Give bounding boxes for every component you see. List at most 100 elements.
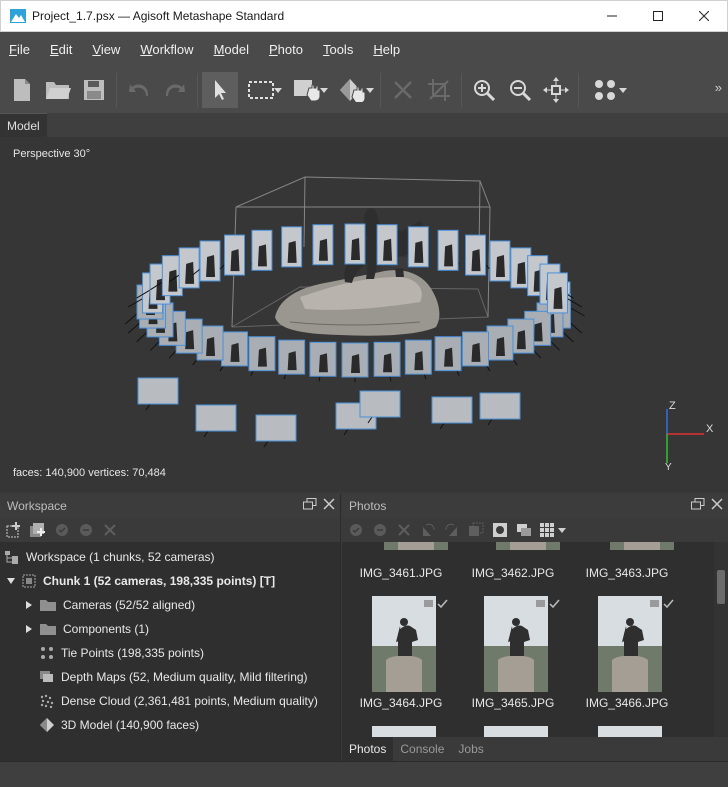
camera-frame[interactable] [376, 224, 398, 266]
rotate-right-button[interactable] [442, 520, 462, 540]
delete-selection-button[interactable] [385, 72, 421, 108]
remove-cameras-button[interactable] [394, 520, 414, 540]
camera-frame[interactable] [312, 224, 334, 266]
photo-thumbnail[interactable] [598, 726, 662, 737]
close-panel-icon[interactable] [711, 498, 723, 510]
camera-frame[interactable] [195, 404, 237, 438]
point-cloud-view-button[interactable] [583, 72, 629, 108]
tree-item-depth-maps[interactable]: Depth Maps (52, Medium quality, Mild fil… [0, 665, 340, 689]
crop-selection-button[interactable] [421, 72, 457, 108]
toolbar-separator [197, 73, 198, 107]
tree-item-dense-cloud[interactable]: Dense Cloud (2,361,481 points, Medium qu… [0, 689, 340, 713]
tree-item-chunk-1[interactable]: Chunk 1 (52 cameras, 198,335 points) [T] [0, 569, 340, 593]
add-photos-button[interactable] [28, 520, 48, 540]
camera-frame[interactable] [486, 325, 518, 366]
camera-frame[interactable] [373, 341, 401, 382]
camera-frame[interactable] [248, 336, 276, 376]
photo-thumbnail[interactable] [384, 542, 448, 550]
camera-frame[interactable] [219, 331, 249, 372]
photo-thumbnail[interactable] [484, 596, 548, 692]
photo-thumbnail[interactable] [484, 726, 548, 737]
camera-frame[interactable] [219, 234, 246, 276]
collapse-arrow-icon[interactable] [7, 576, 15, 586]
enable-cameras-button[interactable] [346, 520, 366, 540]
menu-view[interactable]: View [92, 42, 120, 57]
zoom-out-button[interactable] [502, 72, 538, 108]
model-viewport[interactable]: Perspective 30° X Z Y faces: 140,900 ver… [0, 137, 728, 492]
tree-item-workspace[interactable]: Workspace (1 chunks, 52 cameras) [0, 545, 340, 569]
redo-button[interactable] [157, 72, 193, 108]
rotate-left-button[interactable] [418, 520, 438, 540]
camera-frame[interactable] [281, 226, 303, 268]
tree-item-3d-model[interactable]: 3D Model (140,900 faces) [0, 713, 340, 737]
tab-console[interactable]: Console [393, 737, 451, 761]
menu-file[interactable]: File [9, 42, 30, 57]
masks-button[interactable] [490, 520, 510, 540]
undo-button[interactable] [121, 72, 157, 108]
new-button[interactable] [4, 72, 40, 108]
menu-workflow[interactable]: Workflow [140, 42, 193, 57]
camera-frame[interactable] [344, 223, 366, 265]
add-chunk-button[interactable] [4, 520, 24, 540]
camera-frame[interactable] [479, 392, 521, 426]
rotate-object-button[interactable] [330, 72, 376, 108]
enable-button[interactable] [52, 520, 72, 540]
move-region-button[interactable] [284, 72, 330, 108]
menu-tools[interactable]: Tools [323, 42, 353, 57]
camera-frame[interactable] [341, 342, 369, 382]
thumbnail-size-button[interactable] [538, 520, 568, 540]
menu-edit[interactable]: Edit [50, 42, 72, 57]
remove-items-button[interactable] [100, 520, 120, 540]
camera-frame[interactable] [464, 234, 491, 276]
scene-canvas[interactable] [0, 137, 728, 492]
camera-frame[interactable] [309, 341, 337, 382]
disable-cameras-button[interactable] [370, 520, 390, 540]
photo-thumbnail[interactable] [372, 726, 436, 737]
reset-filter-button[interactable] [466, 520, 486, 540]
tree-item-cameras[interactable]: Cameras (52/52 aligned) [0, 593, 340, 617]
camera-frame[interactable] [404, 339, 432, 380]
disable-button[interactable] [76, 520, 96, 540]
camera-frame[interactable] [407, 226, 429, 268]
menu-help[interactable]: Help [373, 42, 400, 57]
camera-frame[interactable] [437, 229, 460, 271]
photos-grid[interactable]: IMG_3461.JPG IMG_3462.JPG IMG_3463.JPG IMG_… [342, 542, 728, 737]
camera-frame[interactable] [431, 396, 473, 430]
camera-frame[interactable] [278, 339, 306, 380]
photo-thumbnail[interactable] [372, 596, 436, 692]
reset-view-button[interactable] [538, 72, 574, 108]
toolbar-overflow-icon[interactable]: » [715, 80, 722, 95]
camera-frame[interactable] [255, 414, 297, 448]
close-window-button[interactable] [681, 1, 727, 32]
minimize-button[interactable] [589, 1, 635, 32]
photo-thumbnail[interactable] [610, 542, 674, 550]
camera-frame[interactable] [434, 336, 462, 376]
tree-item-components[interactable]: Components (1) [0, 617, 340, 641]
tree-item-tie-points[interactable]: Tie Points (198,335 points) [0, 641, 340, 665]
camera-frame[interactable] [461, 331, 491, 372]
photos-scrollbar[interactable] [714, 542, 728, 737]
tab-model[interactable]: Model [0, 113, 47, 137]
save-button[interactable] [76, 72, 112, 108]
zoom-in-button[interactable] [466, 72, 502, 108]
scrollbar-thumb[interactable] [717, 570, 725, 604]
navigation-tool-button[interactable] [202, 72, 238, 108]
expand-arrow-icon[interactable] [25, 624, 33, 634]
close-panel-icon[interactable] [323, 498, 335, 510]
tab-jobs[interactable]: Jobs [451, 737, 490, 761]
menu-photo[interactable]: Photo [269, 42, 303, 57]
rectangle-selection-button[interactable] [238, 72, 284, 108]
camera-frame[interactable] [137, 377, 179, 411]
camera-frame[interactable] [546, 272, 583, 314]
view-mode-button[interactable] [514, 520, 534, 540]
camera-frame[interactable] [250, 229, 273, 271]
photo-thumbnail[interactable] [496, 542, 560, 550]
undock-icon[interactable] [691, 498, 705, 510]
menu-model[interactable]: Model [214, 42, 249, 57]
tab-photos[interactable]: Photos [342, 737, 394, 761]
maximize-button[interactable] [635, 1, 681, 32]
open-button[interactable] [40, 72, 76, 108]
undock-icon[interactable] [303, 498, 317, 510]
expand-arrow-icon[interactable] [25, 600, 33, 610]
photo-thumbnail[interactable] [598, 596, 662, 692]
